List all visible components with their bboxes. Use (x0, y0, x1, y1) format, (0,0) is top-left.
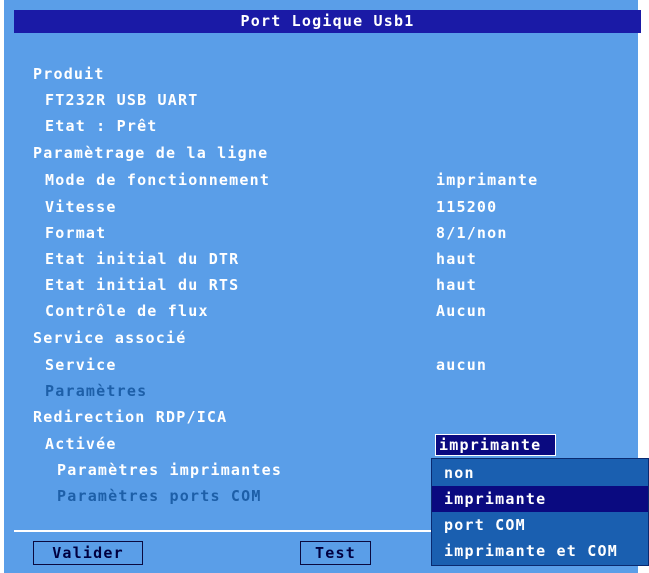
dtr-label[interactable]: Etat initial du DTR (45, 249, 239, 269)
vitesse-value[interactable]: 115200 (436, 197, 497, 217)
mode-fonctionnement-label[interactable]: Mode de fonctionnement (45, 170, 270, 190)
dropdown-option-imprimante-et-com[interactable]: imprimante et COM (432, 538, 648, 564)
activee-label[interactable]: Activée (45, 434, 117, 454)
controle-flux-label[interactable]: Contrôle de flux (45, 301, 209, 321)
format-label[interactable]: Format (45, 223, 106, 243)
rts-label[interactable]: Etat initial du RTS (45, 275, 239, 295)
dropdown-option-imprimante[interactable]: imprimante (432, 486, 648, 512)
activee-dropdown-list: non imprimante port COM imprimante et CO… (431, 458, 649, 566)
valider-button-label: Valider (52, 544, 124, 562)
dialog-title: Port Logique Usb1 (14, 10, 641, 33)
section-produit: Produit (33, 65, 105, 83)
device-status: Etat : Prêt (45, 117, 158, 135)
service-label[interactable]: Service (45, 355, 117, 375)
activee-select[interactable]: imprimante (435, 434, 556, 456)
device-name: FT232R USB UART (45, 91, 199, 109)
dtr-value[interactable]: haut (436, 249, 477, 269)
format-value[interactable]: 8/1/non (436, 223, 508, 243)
service-value[interactable]: aucun (436, 355, 487, 375)
mode-fonctionnement-value[interactable]: imprimante (436, 170, 538, 190)
dropdown-option-non[interactable]: non (432, 460, 648, 486)
section-service: Service associé (33, 329, 187, 347)
rts-value[interactable]: haut (436, 275, 477, 295)
vitesse-label[interactable]: Vitesse (45, 197, 117, 217)
parametres-imprimantes[interactable]: Paramètres imprimantes (57, 460, 282, 480)
controle-flux-value[interactable]: Aucun (436, 301, 487, 321)
service-parametres: Paramètres (45, 382, 148, 400)
dropdown-option-port-com[interactable]: port COM (432, 512, 648, 538)
test-button[interactable]: Test (300, 541, 371, 565)
section-ligne: Paramètrage de la ligne (33, 144, 269, 162)
section-redirection: Redirection RDP/ICA (33, 408, 228, 426)
valider-button[interactable]: Valider (33, 541, 143, 565)
parametres-ports-com: Paramètres ports COM (57, 487, 262, 505)
test-button-label: Test (315, 544, 356, 562)
